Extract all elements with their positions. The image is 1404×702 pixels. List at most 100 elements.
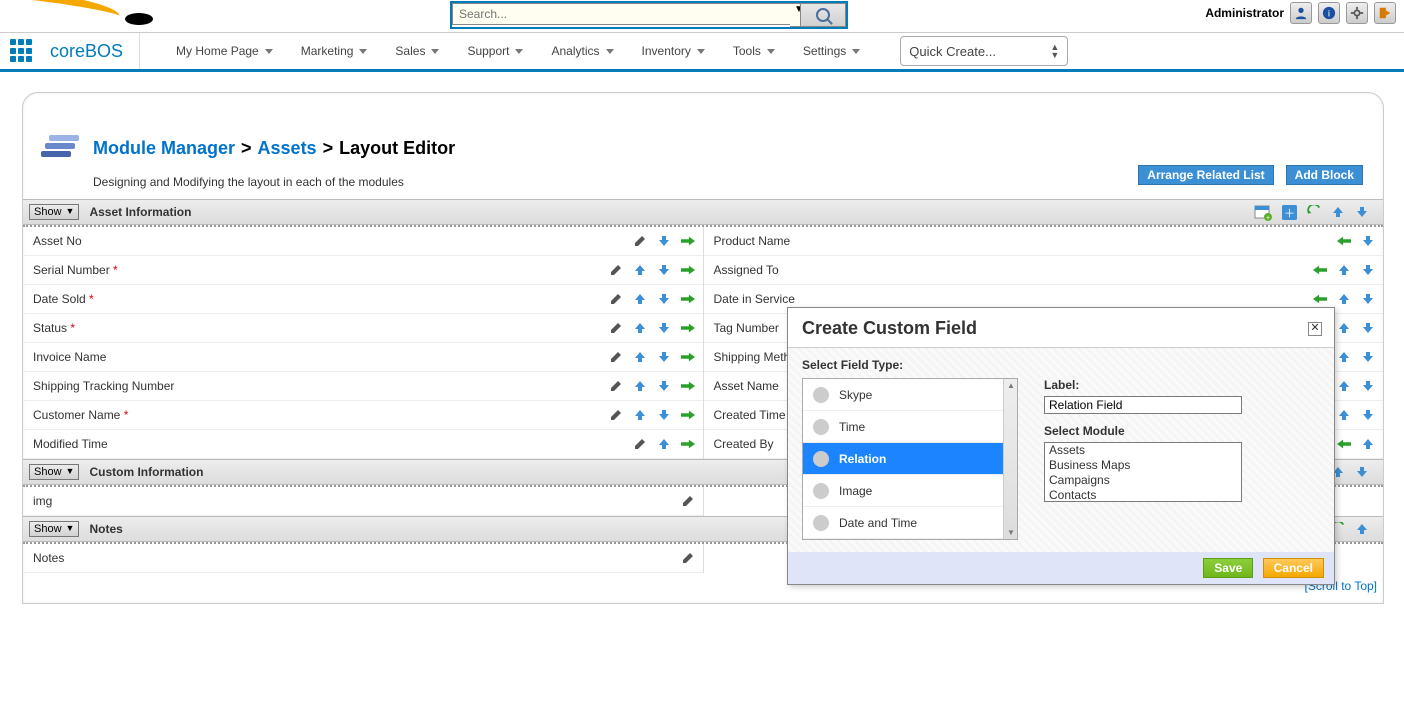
down-icon[interactable] [1361,234,1375,248]
edit-icon[interactable] [633,437,647,451]
right-icon[interactable] [681,379,695,393]
nav-analytics[interactable]: Analytics [541,34,623,68]
edit-icon[interactable] [609,321,623,335]
right-icon[interactable] [681,437,695,451]
search-button[interactable] [800,3,846,27]
down-icon[interactable] [1361,321,1375,335]
right-icon[interactable] [681,234,695,248]
up-icon[interactable] [633,321,647,335]
up-icon[interactable] [633,292,647,306]
right-icon[interactable] [681,321,695,335]
search-dropdown-trigger[interactable]: ▼ [790,3,800,27]
logout-icon[interactable] [1374,2,1396,24]
down-icon[interactable] [1361,379,1375,393]
down-icon[interactable] [1361,350,1375,364]
breadcrumb-module-manager[interactable]: Module Manager [93,138,235,159]
nav-inventory[interactable]: Inventory [632,34,715,68]
module-option-business-maps[interactable]: Business Maps [1045,458,1241,473]
info-icon[interactable]: i [1318,2,1340,24]
admin-user-link[interactable]: Administrator [1205,6,1284,20]
up-icon[interactable] [633,379,647,393]
edit-icon[interactable] [609,350,623,364]
module-option-assets[interactable]: Assets [1045,443,1241,458]
down-icon[interactable] [1361,292,1375,306]
unhide-icon[interactable] [1307,205,1321,219]
plus-icon[interactable]: ＋ [1282,205,1297,220]
user-icon[interactable] [1290,2,1312,24]
up-icon[interactable] [1331,205,1345,219]
close-icon[interactable]: ✕ [1308,322,1322,336]
left-icon[interactable] [1337,437,1351,451]
field-type-date-and-time[interactable]: Date and Time [803,507,1017,539]
brand-link[interactable]: coreBOS [50,33,140,69]
up-icon[interactable] [1337,321,1351,335]
edit-icon[interactable] [681,551,695,565]
module-option-campaigns[interactable]: Campaigns [1045,473,1241,488]
field-type-list[interactable]: SkypeTimeRelationImageDate and Time [802,378,1018,540]
addcf-icon[interactable]: + [1254,203,1272,221]
up-icon[interactable] [1337,379,1351,393]
edit-icon[interactable] [609,379,623,393]
show-toggle-button[interactable]: Show [29,521,79,537]
up-icon[interactable] [633,408,647,422]
cancel-button[interactable]: Cancel [1263,558,1324,578]
apps-icon[interactable] [10,39,34,63]
down-icon[interactable] [657,234,671,248]
field-type-image[interactable]: Image [803,475,1017,507]
up-icon[interactable] [1355,522,1369,536]
down-icon[interactable] [1355,465,1369,479]
right-icon[interactable] [681,263,695,277]
add-block-button[interactable]: Add Block [1286,165,1363,185]
nav-my-home-page[interactable]: My Home Page [166,34,283,68]
left-icon[interactable] [1337,234,1351,248]
down-icon[interactable] [657,379,671,393]
left-icon[interactable] [1313,292,1327,306]
nav-sales[interactable]: Sales [385,34,449,68]
up-icon[interactable] [633,263,647,277]
field-type-relation[interactable]: Relation [803,443,1017,475]
down-icon[interactable] [657,292,671,306]
edit-icon[interactable] [633,234,647,248]
down-icon[interactable] [657,263,671,277]
up-icon[interactable] [1337,292,1351,306]
module-option-contacts[interactable]: Contacts [1045,488,1241,502]
quick-create-select[interactable]: Quick Create... ▲▼ [900,36,1068,66]
nav-tools[interactable]: Tools [723,34,785,68]
save-button[interactable]: Save [1203,558,1253,578]
down-icon[interactable] [1361,263,1375,277]
nav-support[interactable]: Support [457,34,533,68]
global-search-input[interactable] [452,3,790,25]
up-icon[interactable] [1361,437,1375,451]
nav-settings[interactable]: Settings [793,34,870,68]
edit-icon[interactable] [609,263,623,277]
down-icon[interactable] [657,321,671,335]
chevron-updown-icon: ▲▼ [1050,43,1059,59]
up-icon[interactable] [1337,263,1351,277]
right-icon[interactable] [681,292,695,306]
up-icon[interactable] [657,437,671,451]
up-icon[interactable] [1337,350,1351,364]
scrollbar[interactable] [1003,379,1017,539]
gear-icon[interactable] [1346,2,1368,24]
edit-icon[interactable] [609,408,623,422]
field-type-skype[interactable]: Skype [803,379,1017,411]
show-toggle-button[interactable]: Show [29,464,79,480]
up-icon[interactable] [633,350,647,364]
down-icon[interactable] [657,350,671,364]
down-icon[interactable] [657,408,671,422]
left-icon[interactable] [1313,263,1327,277]
nav-marketing[interactable]: Marketing [291,34,378,68]
breadcrumb-assets[interactable]: Assets [258,138,317,159]
edit-icon[interactable] [609,292,623,306]
down-icon[interactable] [1355,205,1369,219]
field-label-input[interactable] [1044,396,1242,414]
show-toggle-button[interactable]: Show [29,204,79,220]
select-module-list[interactable]: AssetsBusiness MapsCampaignsContacts [1044,442,1242,502]
edit-icon[interactable] [681,494,695,508]
right-icon[interactable] [681,350,695,364]
right-icon[interactable] [681,408,695,422]
arrange-related-list-button[interactable]: Arrange Related List [1138,165,1273,185]
up-icon[interactable] [1337,408,1351,422]
field-type-time[interactable]: Time [803,411,1017,443]
down-icon[interactable] [1361,408,1375,422]
